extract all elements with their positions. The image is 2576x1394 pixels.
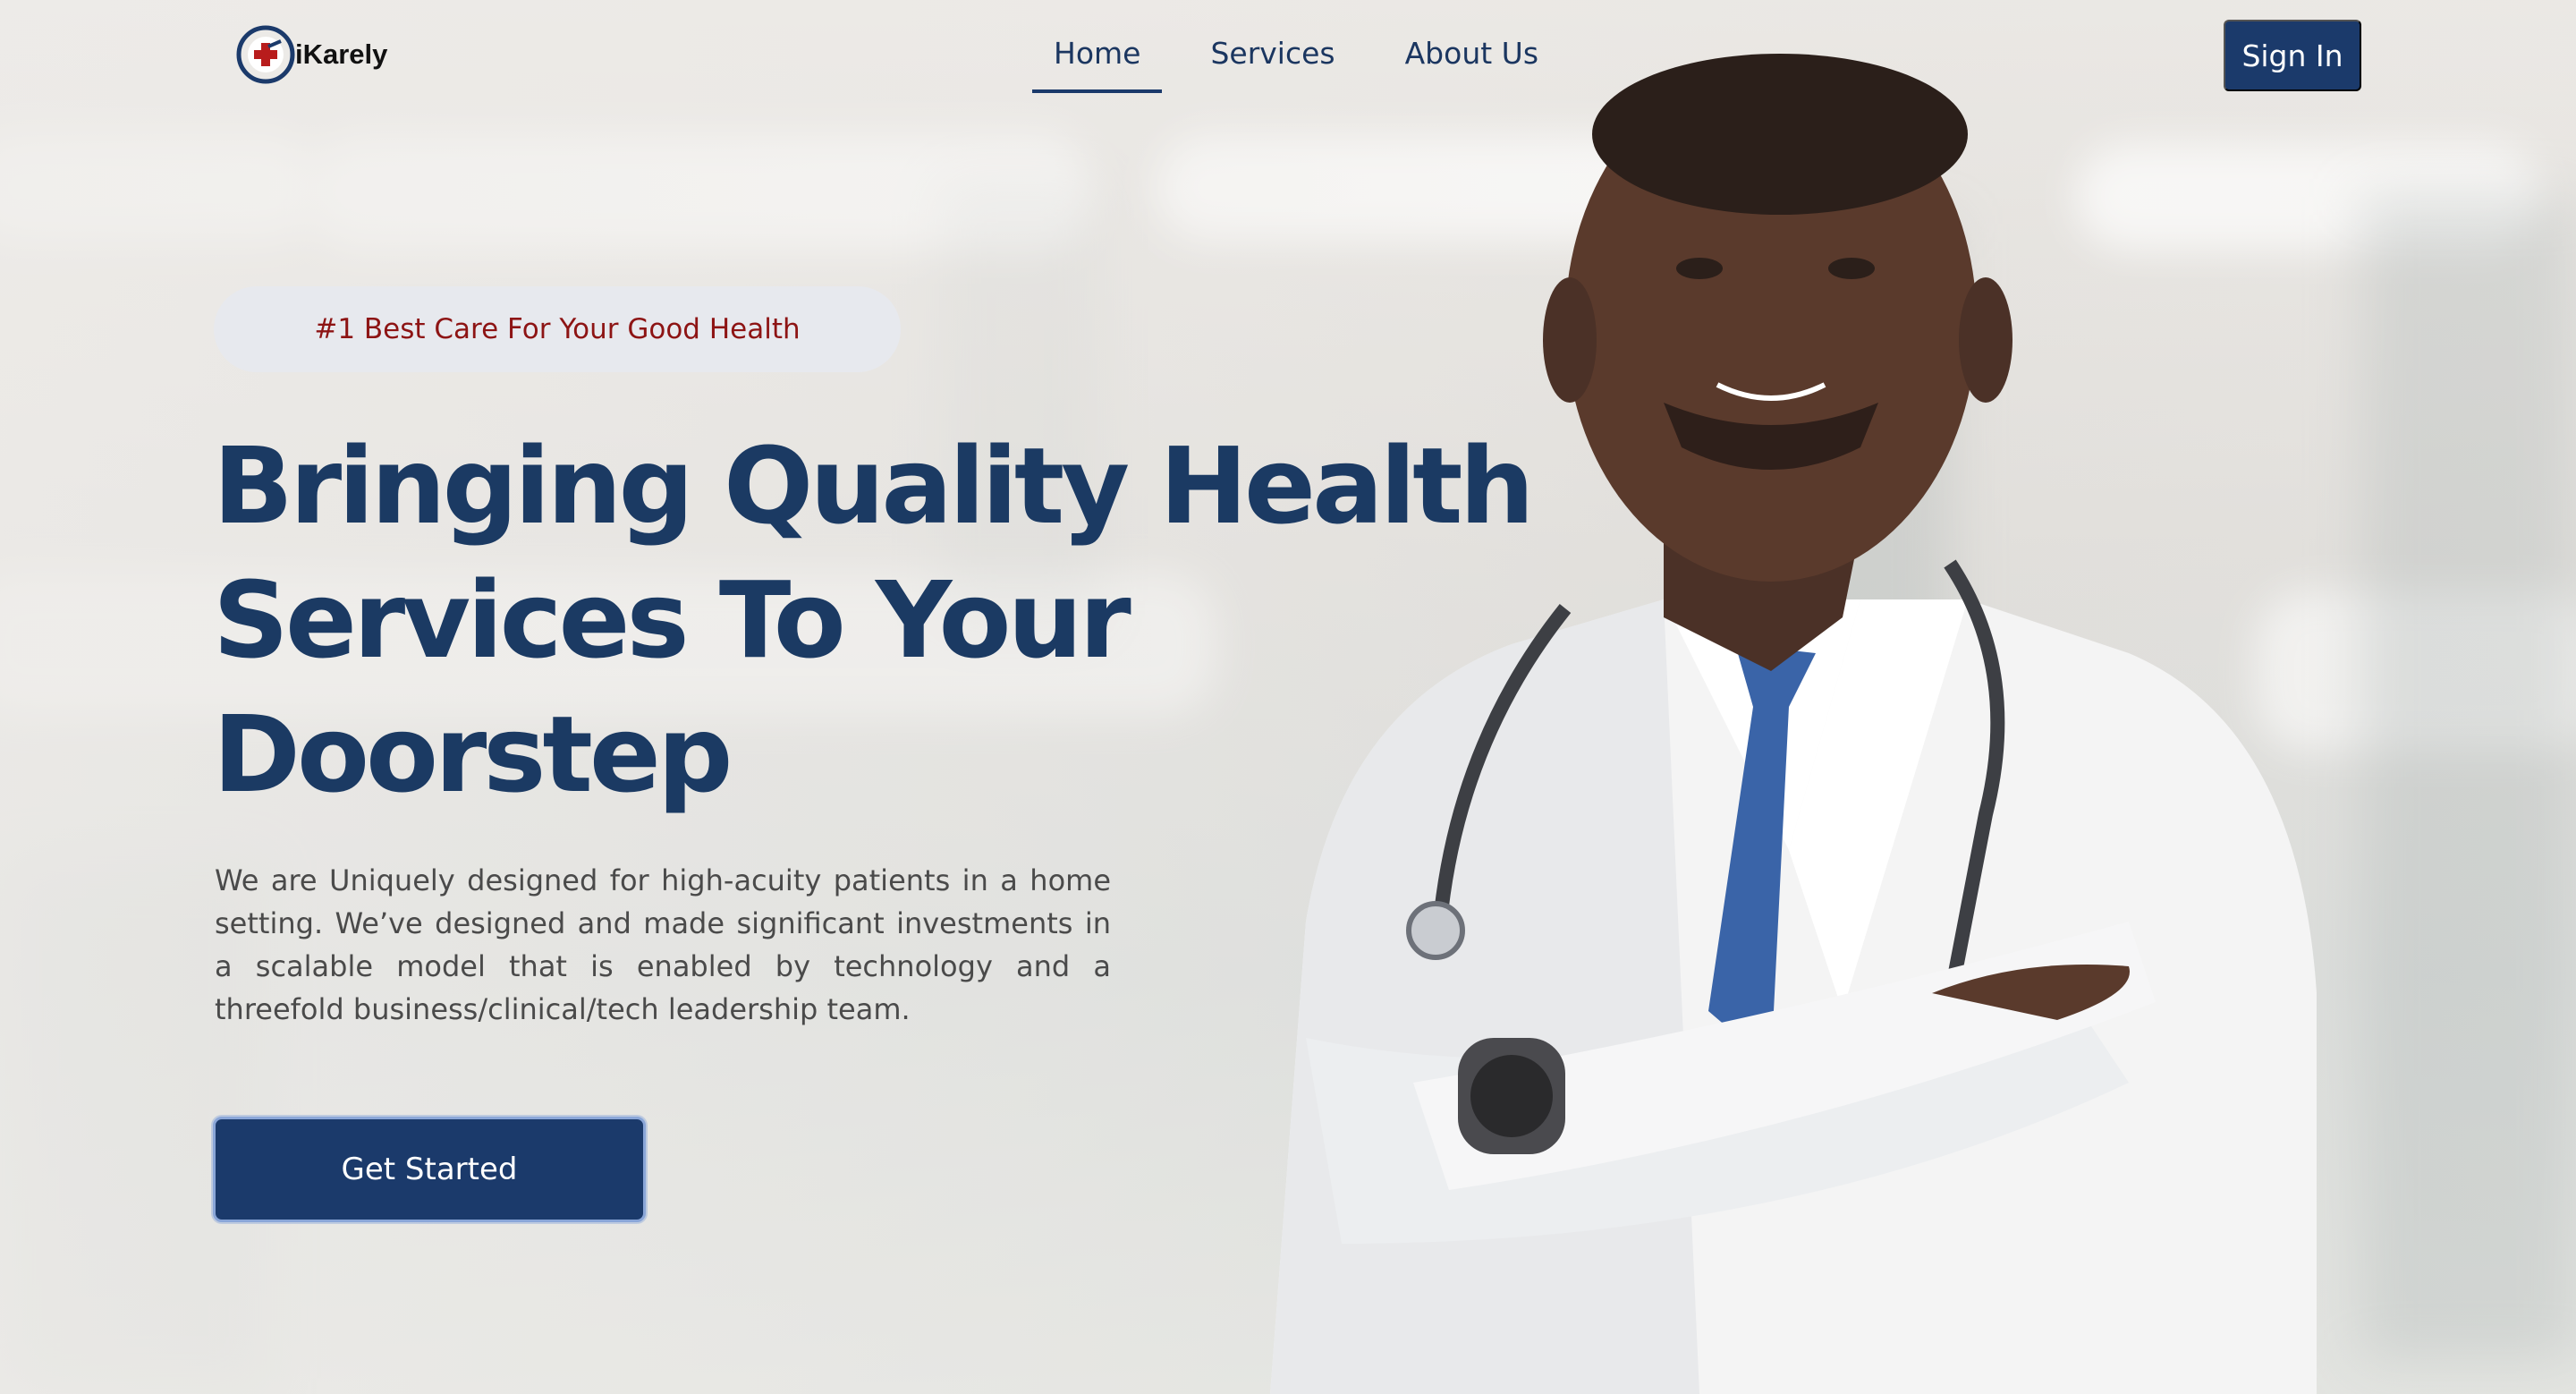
headline-line: Doorstep [213, 693, 733, 816]
landing-page: iKarely Home Services About Us Sign In #… [0, 0, 2576, 1394]
tagline-badge: #1 Best Care For Your Good Health [214, 286, 901, 372]
medical-cross-icon [236, 25, 295, 84]
main-nav: Home Services About Us [1032, 32, 1587, 93]
brand-name: iKarely [295, 38, 388, 70]
headline-line: Bringing Quality Health [213, 424, 1535, 548]
hero-headline: Bringing Quality Health Services To Your… [213, 419, 1535, 821]
sign-in-button[interactable]: Sign In [2224, 20, 2361, 91]
nav-item-about-us[interactable]: About Us [1384, 32, 1560, 93]
nav-item-home[interactable]: Home [1032, 32, 1163, 93]
brand-logo[interactable]: iKarely [234, 23, 387, 86]
get-started-button[interactable]: Get Started [213, 1117, 646, 1222]
headline-line: Services To Your [213, 558, 1131, 682]
nav-item-services[interactable]: Services [1189, 32, 1356, 93]
hero-description: We are Uniquely designed for high-acuity… [215, 863, 1111, 1026]
